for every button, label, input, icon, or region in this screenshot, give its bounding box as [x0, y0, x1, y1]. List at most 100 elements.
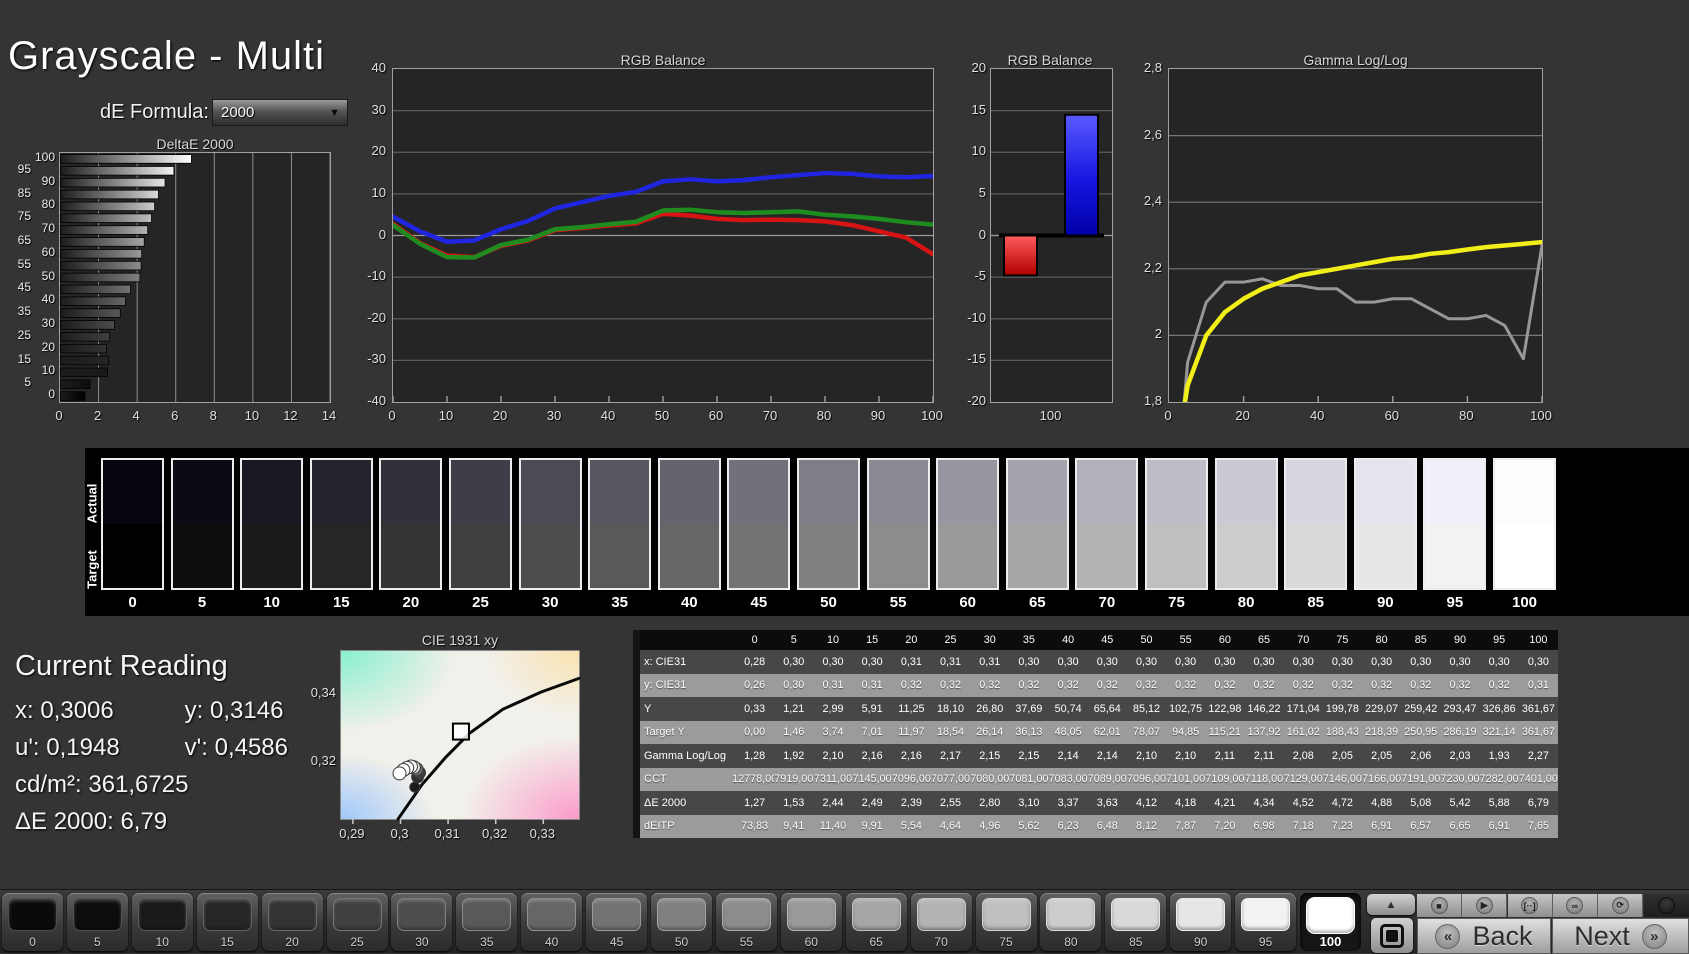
target-row-label: Target — [84, 550, 100, 589]
grayscale-swatch-85 — [1284, 458, 1348, 590]
deltae-ytick-5: 5 — [24, 375, 31, 390]
rgb-bar-ytick--5: -5 — [974, 268, 986, 284]
pattern-toolbar: 0 5 10 15 20 25 30 35 40 45 50 55 60 65 … — [0, 889, 1689, 954]
table-cell-x-CIE31-5: 0,30 — [774, 650, 814, 674]
deltae-bar-chart — [59, 152, 331, 403]
patch-button-100[interactable]: 100 — [1300, 893, 1361, 951]
table-cell-y-CIE31-65: 0,32 — [1244, 673, 1284, 697]
table-corner-label — [640, 630, 735, 650]
swatch-target-20 — [381, 524, 441, 588]
loop-button[interactable]: ∞ — [1552, 894, 1598, 917]
patch-button-20[interactable]: 20 — [261, 893, 323, 951]
table-cell-x-CIE31-55: 0,30 — [1166, 650, 1206, 674]
deltae-ytick-40: 40 — [41, 292, 55, 307]
play-button[interactable]: ▶ — [1462, 894, 1508, 917]
patch-button-80[interactable]: 80 — [1040, 893, 1102, 951]
table-col-header-85: 85 — [1401, 630, 1441, 650]
table-cell-Target-Y-100: 361,67 — [1518, 720, 1558, 744]
back-button[interactable]: « Back — [1417, 918, 1551, 954]
table-cell--E-2000-55: 4,18 — [1166, 791, 1206, 815]
deltae-chart-title: DeltaE 2000 — [156, 136, 234, 152]
table-cell-dEITP-45: 6,48 — [1087, 814, 1127, 838]
patch-button-50[interactable]: 50 — [651, 893, 712, 951]
patch-button-65[interactable]: 65 — [845, 893, 907, 951]
deltae-bar-0 — [60, 391, 86, 401]
patch-button-60[interactable]: 60 — [780, 893, 842, 951]
refresh-button[interactable]: ⟳ — [1598, 894, 1644, 917]
rgb-bar-ytick-0: 0 — [978, 226, 986, 242]
patch-button-95[interactable]: 95 — [1235, 893, 1297, 951]
patch-button-85[interactable]: 85 — [1105, 893, 1167, 951]
patch-button-0[interactable]: 0 — [2, 893, 63, 951]
table-col-header-95: 95 — [1479, 630, 1519, 650]
deltae-ytick-60: 60 — [41, 244, 55, 259]
patch-swatch-icon — [527, 898, 577, 931]
v-label: v': — [184, 734, 208, 761]
patch-button-35[interactable]: 35 — [456, 893, 518, 951]
table-cell--E-2000-85: 5,08 — [1401, 791, 1441, 815]
window-pattern-button[interactable] — [1371, 918, 1413, 953]
patch-button-label: 90 — [1194, 935, 1208, 949]
swatch-actual-45 — [729, 460, 789, 524]
table-cell-Target-Y-30: 26,14 — [970, 720, 1010, 744]
swatch-level-label: 60 — [959, 594, 977, 611]
patch-button-5[interactable]: 5 — [66, 893, 128, 951]
patch-button-70[interactable]: 70 — [910, 893, 972, 951]
patch-swatch-icon — [397, 898, 447, 931]
patch-button-10[interactable]: 10 — [131, 893, 193, 951]
grayscale-swatch-10 — [240, 458, 304, 590]
pattern-window-button[interactable]: [··] — [1507, 894, 1553, 917]
calibration-grayscale-page: Grayscale - Multi dE Formula: 2000 ▼ Del… — [0, 0, 1689, 954]
gamma-chart-title: Gamma Log/Log — [1303, 52, 1408, 68]
deltae-ytick-45: 45 — [17, 280, 31, 295]
patch-button-90[interactable]: 90 — [1170, 893, 1232, 951]
record-button[interactable] — [1643, 894, 1689, 917]
table-cell-CCT-50: 7096,00 — [1126, 767, 1167, 791]
table-cell-Target-Y-0: 0,00 — [735, 720, 775, 744]
patch-button-label: 40 — [545, 935, 559, 949]
table-cell-CCT-75: 7146,00 — [1322, 767, 1362, 791]
table-col-header-100: 100 — [1518, 630, 1558, 650]
table-col-header-25: 25 — [930, 630, 971, 650]
table-cell-y-CIE31-90: 0,32 — [1440, 673, 1480, 697]
table-cell-CCT-45: 7089,00 — [1087, 767, 1127, 791]
rgb-bar-ytick--15: -15 — [967, 351, 986, 367]
scroll-up-button[interactable]: ▲ — [1367, 894, 1415, 915]
patch-button-label: 25 — [350, 935, 364, 949]
patch-swatch-icon — [721, 898, 771, 931]
deltae-ytick-10: 10 — [41, 363, 55, 378]
stop-button[interactable]: ■ — [1417, 894, 1462, 917]
table-cell-Target-Y-80: 218,39 — [1362, 720, 1402, 744]
de-formula-dropdown[interactable]: 2000 ▼ — [212, 99, 348, 126]
table-cell-y-CIE31-100: 0,31 — [1518, 673, 1558, 697]
table-col-header-10: 10 — [813, 630, 853, 650]
table-cell-Gamma-Log-Log-85: 2,06 — [1401, 744, 1441, 768]
table-cell-dEITP-55: 7,87 — [1166, 814, 1206, 838]
swatch-target-95 — [1425, 524, 1485, 588]
grayscale-swatch-80 — [1214, 458, 1278, 590]
table-cell-Gamma-Log-Log-95: 1,93 — [1479, 744, 1519, 768]
y-label: y: — [184, 697, 204, 724]
rgb-line-xtick-0: 0 — [388, 408, 396, 423]
patch-button-40[interactable]: 40 — [521, 893, 583, 951]
table-cell--E-2000-50: 4,12 — [1126, 791, 1167, 815]
table-cell--E-2000-20: 2,39 — [891, 791, 931, 815]
grayscale-swatch-90 — [1353, 458, 1417, 590]
table-cell-Target-Y-85: 250,95 — [1401, 720, 1441, 744]
rgb-line-xtick-10: 10 — [438, 408, 454, 423]
patch-button-45[interactable]: 45 — [586, 893, 648, 951]
table-cell-CCT-30: 7080,00 — [970, 767, 1010, 791]
cie-xtick-0,3: 0,3 — [390, 826, 409, 841]
deltae-bar-90 — [60, 177, 166, 188]
patch-button-75[interactable]: 75 — [975, 893, 1037, 951]
patch-button-55[interactable]: 55 — [715, 893, 777, 951]
patch-button-25[interactable]: 25 — [326, 893, 388, 951]
patch-button-15[interactable]: 15 — [196, 893, 258, 951]
patch-button-30[interactable]: 30 — [391, 893, 453, 951]
table-cell-CCT-5: 7919,00 — [774, 767, 814, 791]
square-pattern-icon — [1380, 923, 1404, 948]
next-button[interactable]: Next » — [1552, 918, 1689, 954]
table-cell-Y-40: 50,74 — [1048, 697, 1088, 721]
deltae-bar-40 — [60, 296, 126, 306]
swatch-level-label: 80 — [1237, 594, 1255, 611]
